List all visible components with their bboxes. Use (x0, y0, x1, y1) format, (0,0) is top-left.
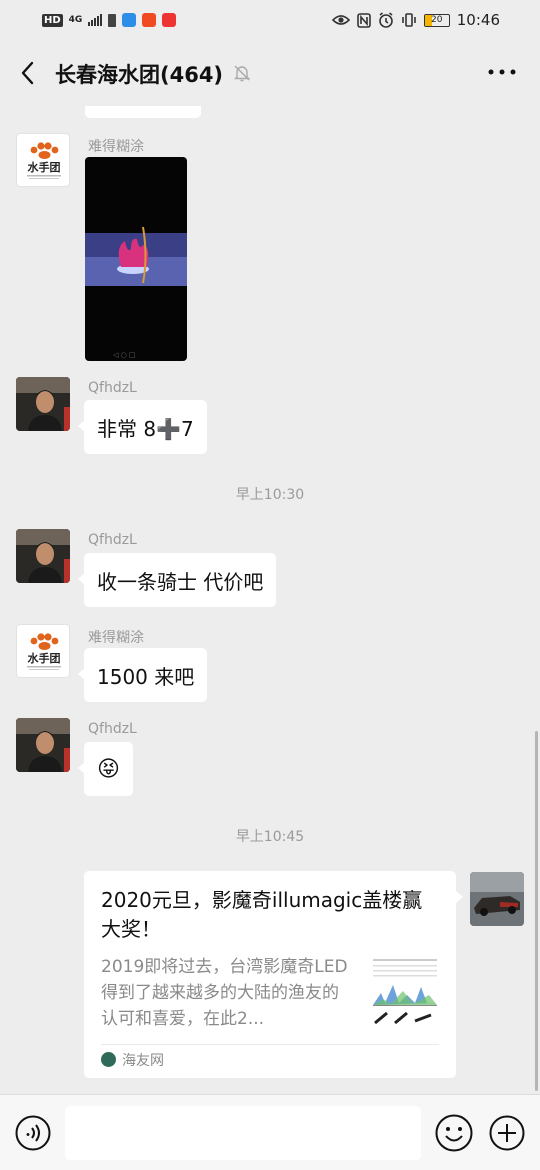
message-bubble-partial[interactable] (85, 106, 201, 118)
user-photo (16, 529, 70, 583)
shuishoutuan-logo: 水手团 (27, 633, 61, 670)
eye-icon (331, 15, 350, 25)
self-avatar[interactable] (470, 872, 524, 926)
link-card[interactable]: 2020元旦，影魔奇illumagic盖楼赢大奖！ 2019即将过去，台湾影魔奇… (84, 871, 463, 1078)
taobao-notification-icon (142, 13, 157, 27)
mute-bell-icon (233, 65, 251, 82)
link-card-description: 2019即将过去，台湾影魔奇LED得到了越来越多的大陆的渔友的认可和喜爱，在此2… (101, 957, 348, 1029)
link-card-divider (101, 1044, 439, 1045)
battery-icon: 20 (423, 13, 450, 27)
message-bubble[interactable]: 非常 8➕7 (78, 400, 207, 454)
plus-icon[interactable] (489, 1115, 525, 1151)
hd-indicator: HD (42, 13, 63, 27)
status-bar: HD 4G 20 10:46 (0, 0, 540, 40)
status-left: HD 4G (42, 13, 177, 27)
sim-icon (108, 13, 117, 27)
avatar[interactable]: 水手团 (16, 133, 70, 187)
message-input[interactable] (65, 1106, 421, 1160)
sender-name: QfhdzL (88, 380, 137, 396)
emoji-icon[interactable] (435, 1114, 473, 1152)
battery-level: 20 (431, 14, 443, 25)
message-bubble[interactable]: 😝 (78, 742, 133, 796)
emoji-message: 😝 (97, 756, 120, 782)
chat-title[interactable]: 长春海水团(464) (55, 59, 223, 89)
app-notification-icon (122, 13, 137, 27)
message-bubble[interactable]: 1500 来吧 (77, 648, 208, 702)
alarm-icon (378, 12, 393, 28)
shuishoutuan-logo: 水手团 (27, 142, 61, 179)
news-notification-icon (162, 13, 177, 27)
link-card-thumbnail (369, 955, 441, 1031)
video-preview: ◁ ○ □ (85, 226, 187, 359)
nfc-icon (356, 12, 371, 28)
user-photo (16, 377, 70, 431)
more-icon[interactable] (486, 62, 518, 82)
message-bubble[interactable]: 收一条骑士 代价吧 (77, 553, 277, 607)
link-card-title: 2020元旦，影魔奇illumagic盖楼赢大奖！ (101, 888, 423, 941)
user-photo (16, 718, 70, 772)
avatar[interactable] (16, 718, 70, 772)
link-card-source: 海友网 (122, 1053, 164, 1069)
message-text: 1500 来吧 (97, 664, 195, 689)
message-text: 非常 8➕7 (97, 416, 194, 441)
timestamp: 早上10:45 (235, 829, 305, 845)
clock: 10:46 (456, 11, 500, 29)
network-type: 4G (68, 15, 83, 25)
voice-icon[interactable] (15, 1115, 51, 1151)
video-message[interactable]: ◁ ○ □ (85, 157, 187, 361)
sender-name: 难得糊涂 (88, 139, 144, 155)
source-icon (101, 1052, 116, 1067)
timestamp: 早上10:30 (235, 487, 305, 503)
chat-header: 长春海水团(464) (0, 40, 540, 106)
svg-text:水手团: 水手团 (28, 160, 61, 174)
input-bar (0, 1094, 540, 1170)
message-text: 收一条骑士 代价吧 (97, 569, 264, 594)
vibrate-icon (401, 13, 416, 27)
sender-name: QfhdzL (88, 721, 137, 737)
avatar[interactable] (16, 377, 70, 431)
signal-icon (88, 14, 103, 26)
svg-text:◁ ○ □: ◁ ○ □ (113, 351, 136, 359)
avatar[interactable] (16, 529, 70, 583)
sender-name: QfhdzL (88, 532, 137, 548)
sender-name: 难得糊涂 (88, 630, 144, 646)
avatar[interactable]: 水手团 (16, 624, 70, 678)
svg-text:水手团: 水手团 (28, 651, 61, 665)
message-list[interactable]: 水手团 难得糊涂 ◁ ○ □ QfhdzL 非常 8➕7 早上10:30 Qfh… (0, 106, 540, 1094)
status-right: 20 10:46 (331, 11, 500, 29)
back-arrow-icon[interactable] (14, 58, 44, 88)
car-photo (470, 872, 524, 926)
scrollbar[interactable] (535, 731, 538, 1091)
